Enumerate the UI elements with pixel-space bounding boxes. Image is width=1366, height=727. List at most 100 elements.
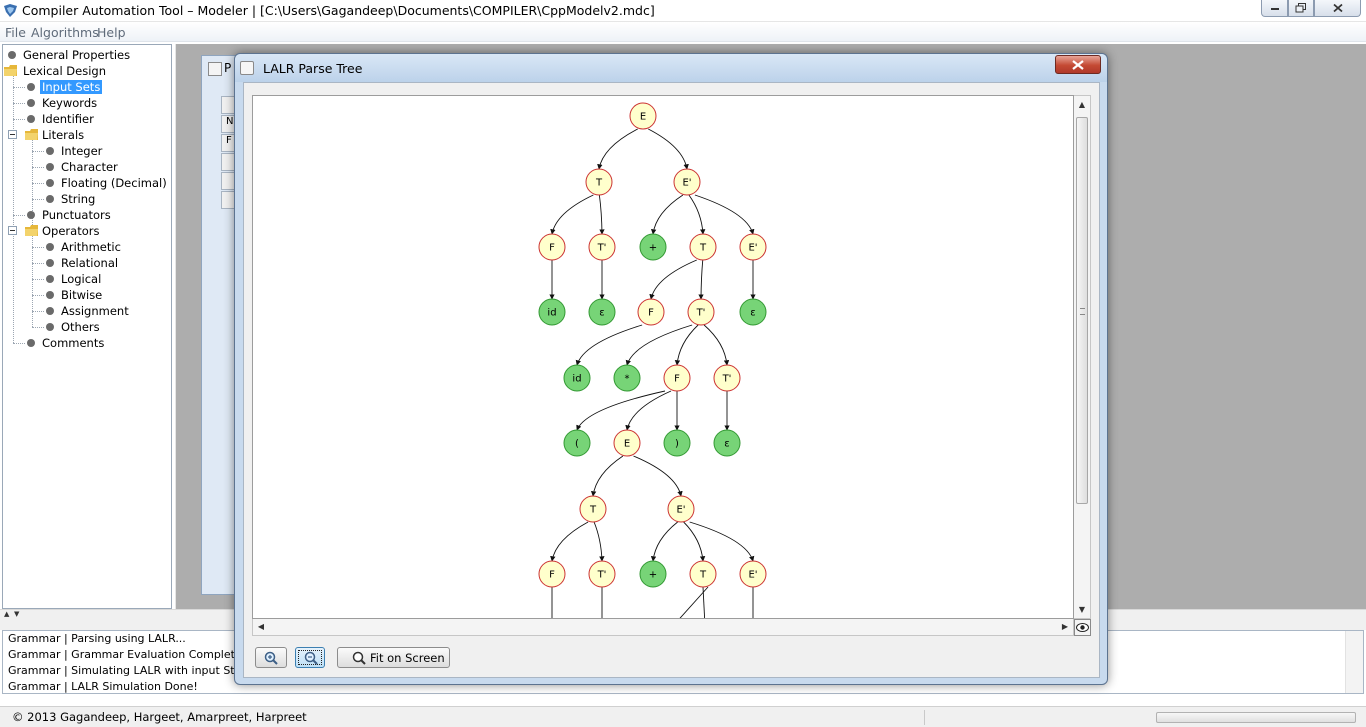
terminal-node[interactable]: id (563, 364, 591, 392)
collapse-up-icon[interactable]: ▲ (4, 610, 9, 618)
project-tree[interactable]: General Properties Lexical Design Input … (2, 44, 172, 609)
app-icon (4, 4, 17, 17)
nonterminal-node[interactable]: T (689, 560, 717, 588)
tree-connector (32, 235, 33, 327)
tree-item-lexical-design[interactable]: Lexical Design (4, 63, 108, 79)
zoom-out-button[interactable] (295, 647, 325, 668)
tree-item-relational[interactable]: Relational (32, 255, 120, 271)
tree-item-bitwise[interactable]: Bitwise (32, 287, 104, 303)
scroll-left-icon[interactable]: ◀ (253, 619, 269, 635)
terminal-node[interactable]: + (639, 560, 667, 588)
tree-edge (575, 324, 643, 366)
terminal-node[interactable]: + (639, 233, 667, 261)
tree-item-identifier[interactable]: Identifier (13, 111, 96, 127)
close-icon (1072, 60, 1084, 70)
tree-edge (576, 390, 666, 431)
node-bullet-icon (46, 163, 54, 171)
frame-cell (221, 172, 235, 190)
nonterminal-node[interactable]: F (637, 298, 665, 326)
progress-bar (1156, 712, 1356, 723)
terminal-node[interactable]: ) (663, 429, 691, 457)
parse-tree-canvas[interactable]: E T E' F T' + T E' id ε F T' ε id * F T' (E) ε T E' F T' + T E' (252, 95, 1074, 619)
view-toggle-button[interactable] (1074, 619, 1091, 636)
scroll-thumb[interactable] (1076, 117, 1088, 504)
nonterminal-node[interactable]: T (689, 233, 717, 261)
nonterminal-node[interactable]: F (538, 560, 566, 588)
tree-item-arithmetic[interactable]: Arithmetic (32, 239, 123, 255)
folder-open-icon (25, 129, 38, 140)
tree-item-integer[interactable]: Integer (32, 143, 104, 159)
tree-edge (625, 390, 672, 431)
tree-item-comments[interactable]: Comments (13, 335, 106, 351)
tree-edge (674, 324, 699, 366)
close-button[interactable] (1314, 0, 1361, 17)
nonterminal-node[interactable]: E' (739, 560, 767, 588)
scroll-right-icon[interactable]: ▶ (1057, 619, 1073, 635)
tree-item-character[interactable]: Character (32, 159, 120, 175)
magnifier-icon (352, 651, 366, 665)
tree-item-punctuators[interactable]: Punctuators (13, 207, 113, 223)
nonterminal-node[interactable]: T' (588, 233, 616, 261)
tree-edge (633, 455, 683, 497)
terminal-node[interactable]: ε (739, 298, 767, 326)
node-label: E' (748, 243, 757, 254)
copyright-text: © 2013 Gagandeep, Hargeet, Amarpreet, Ha… (12, 710, 307, 724)
terminal-node[interactable]: ε (713, 429, 741, 457)
nonterminal-node[interactable]: T (579, 495, 607, 523)
menu-help[interactable]: Help (97, 25, 126, 40)
scroll-down-icon[interactable]: ▼ (1074, 601, 1090, 618)
node-bullet-icon (46, 307, 54, 315)
node-label: T' (722, 374, 732, 385)
nonterminal-node[interactable]: E (629, 102, 657, 130)
tree-item-assignment[interactable]: Assignment (32, 303, 131, 319)
log-scrollbar[interactable] (1345, 631, 1363, 693)
node-bullet-icon (8, 51, 16, 59)
zoom-in-button[interactable] (255, 647, 287, 668)
horizontal-scrollbar[interactable]: ◀ ▶ (252, 619, 1074, 636)
nonterminal-node[interactable]: T' (687, 298, 715, 326)
tree-item-general-properties[interactable]: General Properties (6, 47, 132, 63)
vertical-scrollbar[interactable]: ▲ ▼ (1074, 95, 1091, 619)
node-label: E' (676, 505, 685, 516)
terminal-node[interactable]: id (538, 298, 566, 326)
restore-button[interactable] (1288, 0, 1314, 17)
minimize-button[interactable] (1261, 0, 1288, 17)
node-bullet-icon (27, 99, 35, 107)
tree-item-string[interactable]: String (32, 191, 97, 207)
tree-item-operators[interactable]: Operators (8, 223, 101, 239)
dialog-titlebar[interactable]: LALR Parse Tree (235, 54, 1107, 82)
tree-item-keywords[interactable]: Keywords (13, 95, 99, 111)
scroll-up-icon[interactable]: ▲ (1074, 96, 1090, 113)
collapse-toggle-icon[interactable] (8, 226, 17, 235)
node-label: id (547, 308, 556, 319)
nonterminal-node[interactable]: F (538, 233, 566, 261)
node-label: ( (575, 439, 579, 450)
menu-algorithms[interactable]: Algorithms (31, 25, 99, 40)
node-label: E (624, 439, 630, 450)
menu-file[interactable]: File (5, 25, 26, 40)
frame-cell (221, 153, 235, 171)
node-label: E' (682, 178, 691, 189)
nonterminal-node[interactable]: T' (588, 560, 616, 588)
collapse-down-icon[interactable]: ▼ (14, 610, 19, 618)
fit-on-screen-button[interactable]: Fit on Screen (337, 647, 450, 668)
nonterminal-node[interactable]: E' (667, 495, 695, 523)
nonterminal-node[interactable]: T (585, 168, 613, 196)
terminal-node[interactable]: ( (563, 429, 591, 457)
tree-item-input-sets[interactable]: Input Sets (13, 79, 103, 95)
collapse-toggle-icon[interactable] (8, 130, 17, 139)
nonterminal-node[interactable]: E (613, 429, 641, 457)
node-bullet-icon (46, 323, 54, 331)
tree-item-logical[interactable]: Logical (32, 271, 103, 287)
tree-item-others[interactable]: Others (32, 319, 102, 335)
tree-edge (650, 194, 684, 235)
dialog-close-button[interactable] (1055, 55, 1101, 74)
nonterminal-node[interactable]: E' (739, 233, 767, 261)
tree-item-floating[interactable]: Floating (Decimal) (32, 175, 169, 191)
terminal-node[interactable]: ε (588, 298, 616, 326)
nonterminal-node[interactable]: E' (673, 168, 701, 196)
nonterminal-node[interactable]: T' (713, 364, 741, 392)
terminal-node[interactable]: * (613, 364, 641, 392)
nonterminal-node[interactable]: F (663, 364, 691, 392)
tree-item-literals[interactable]: Literals (8, 127, 86, 143)
